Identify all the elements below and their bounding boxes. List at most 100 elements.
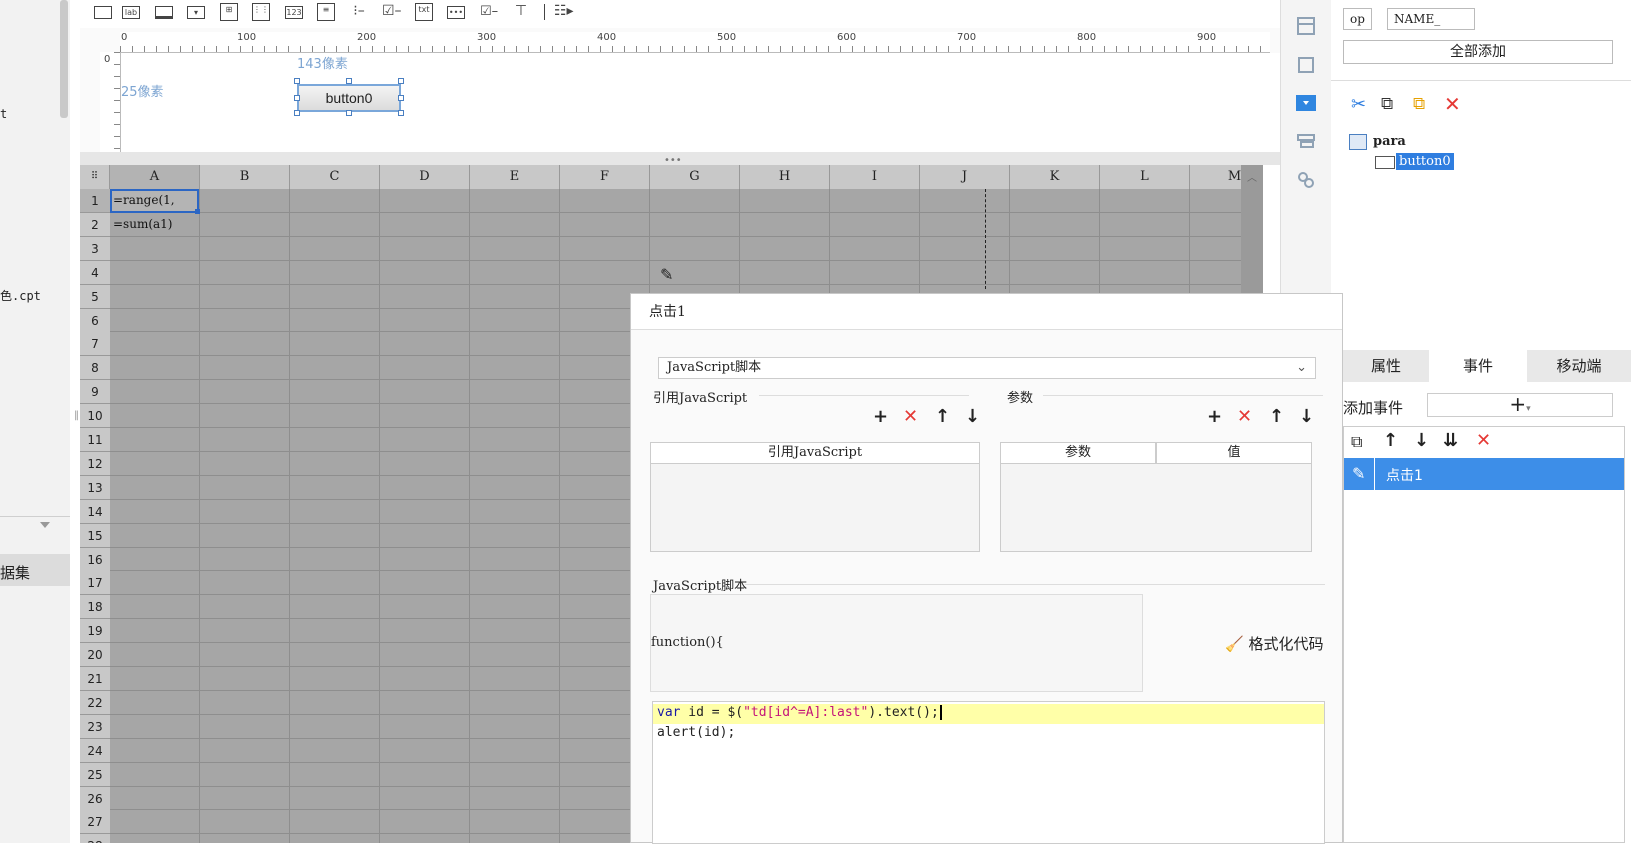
row-header[interactable]: 5: [80, 284, 110, 309]
number-widget-icon[interactable]: 123: [285, 6, 303, 19]
column-header[interactable]: C: [290, 165, 380, 189]
row-header[interactable]: 4: [80, 260, 110, 285]
resize-handle[interactable]: [398, 78, 404, 84]
parameter-canvas[interactable]: 143像素 25像素: [121, 53, 1280, 152]
copy-event-icon[interactable]: ⧉: [1351, 432, 1362, 452]
move-down-icon[interactable]: ↓: [965, 406, 980, 427]
select-all-corner[interactable]: ⠿: [80, 165, 110, 189]
column-header[interactable]: K: [1010, 165, 1100, 189]
move-down-icon[interactable]: ↓: [1414, 430, 1429, 451]
row-header[interactable]: 2: [80, 212, 110, 237]
row-header[interactable]: 9: [80, 380, 110, 405]
tab-properties[interactable]: 属性: [1343, 350, 1429, 382]
button0-widget[interactable]: button0: [297, 84, 401, 112]
delete-icon[interactable]: ✕: [903, 406, 918, 427]
text-widget-icon[interactable]: txt: [415, 3, 433, 21]
row-header[interactable]: 27: [80, 810, 110, 835]
move-bottom-icon[interactable]: ⇊: [1443, 430, 1458, 451]
move-up-icon[interactable]: ↑: [1269, 406, 1284, 427]
row-header[interactable]: 6: [80, 308, 110, 333]
format-code-button[interactable]: 🧹 格式化代码: [1225, 633, 1323, 654]
column-header[interactable]: I: [830, 165, 920, 189]
textbox-widget-icon[interactable]: [94, 6, 112, 19]
column-header[interactable]: L: [1100, 165, 1190, 189]
row-header[interactable]: 17: [80, 571, 110, 596]
column-header[interactable]: J: [920, 165, 1010, 189]
fill-handle[interactable]: [195, 209, 200, 214]
params-table[interactable]: [1000, 464, 1312, 552]
row-header[interactable]: 26: [80, 786, 110, 811]
column-header[interactable]: F: [560, 165, 650, 189]
column-header[interactable]: H: [740, 165, 830, 189]
delete-event-icon[interactable]: ✕: [1476, 430, 1491, 451]
add-all-button[interactable]: 全部添加: [1343, 40, 1613, 64]
textarea-widget-icon[interactable]: ≡: [317, 3, 335, 21]
collapse-arrow-icon[interactable]: [40, 522, 50, 528]
move-up-icon[interactable]: ↑: [1383, 430, 1398, 451]
script-editor[interactable]: var id = $("td[id^=A]:last").text(); ale…: [652, 701, 1325, 844]
tree-node-para[interactable]: para: [1373, 134, 1406, 149]
move-up-icon[interactable]: ↑: [935, 406, 950, 427]
row-header[interactable]: 16: [80, 547, 110, 572]
combobox-widget-icon[interactable]: ▾: [187, 6, 205, 19]
tab-events[interactable]: 事件: [1429, 350, 1527, 382]
row-header[interactable]: 19: [80, 619, 110, 644]
paste-icon[interactable]: ⧉: [1413, 94, 1425, 114]
delete-icon[interactable]: ✕: [1444, 92, 1461, 116]
op-button[interactable]: op: [1343, 8, 1372, 30]
checkbox-widget-icon[interactable]: ☑–: [480, 5, 498, 19]
row-header[interactable]: 15: [80, 523, 110, 548]
row-header[interactable]: 18: [80, 595, 110, 620]
row-header[interactable]: 21: [80, 667, 110, 691]
more-widgets-icon[interactable]: ☷▸: [554, 4, 574, 19]
cell-a1[interactable]: =range(1,: [113, 193, 175, 207]
row-header[interactable]: 8: [80, 356, 110, 381]
event-item-click1[interactable]: ✎ 点击1: [1344, 458, 1624, 490]
resize-handle[interactable]: [294, 110, 300, 116]
move-down-icon[interactable]: ↓: [1299, 406, 1314, 427]
cut-icon[interactable]: ✂: [1351, 94, 1366, 115]
resize-handle[interactable]: [346, 78, 352, 84]
tab-mobile[interactable]: 移动端: [1527, 350, 1631, 382]
tree-node-button0[interactable]: button0: [1396, 153, 1454, 170]
column-header[interactable]: E: [470, 165, 560, 189]
cell-a2[interactable]: =sum(a1): [113, 217, 172, 231]
row-header[interactable]: 13: [80, 475, 110, 500]
row-header[interactable]: 14: [80, 499, 110, 524]
password-widget-icon[interactable]: •••: [447, 6, 465, 19]
resize-handle[interactable]: [398, 95, 404, 101]
splitter-grip-icon[interactable]: ‖: [74, 410, 79, 421]
row-header[interactable]: 7: [80, 332, 110, 357]
file-fragment[interactable]: t: [0, 107, 7, 121]
radio-group-icon[interactable]: ⁝–: [350, 4, 368, 19]
column-header[interactable]: A: [110, 165, 200, 189]
row-header[interactable]: 1: [80, 189, 110, 213]
column-header[interactable]: D: [380, 165, 470, 189]
widget-settings-icon[interactable]: [1296, 93, 1316, 113]
button-widget-icon[interactable]: [155, 6, 173, 19]
left-panel-scrollbar[interactable]: [60, 0, 68, 118]
row-header[interactable]: 24: [80, 738, 110, 763]
checkbox-group-icon[interactable]: ☑–: [382, 4, 402, 19]
add-icon[interactable]: +: [873, 406, 888, 427]
cell-attributes-icon[interactable]: [1296, 16, 1316, 36]
column-header[interactable]: G: [650, 165, 740, 189]
tree-widget-icon[interactable]: ⊤: [512, 4, 530, 19]
delete-icon[interactable]: ✕: [1237, 406, 1252, 427]
row-header[interactable]: 3: [80, 236, 110, 261]
ref-js-table[interactable]: [650, 464, 980, 552]
scroll-up-icon[interactable]: ︿: [1247, 169, 1257, 184]
row-header[interactable]: 22: [80, 690, 110, 715]
panel-splitter[interactable]: •••: [80, 152, 1280, 166]
row-header[interactable]: 28: [80, 834, 110, 843]
row-header[interactable]: 12: [80, 451, 110, 476]
copy-icon[interactable]: ⧉: [1381, 94, 1393, 114]
resize-handle[interactable]: [398, 110, 404, 116]
calendar-widget-icon[interactable]: ⋮⋮: [252, 3, 270, 21]
add-icon[interactable]: +: [1207, 406, 1222, 427]
add-event-dropdown[interactable]: +▾: [1427, 393, 1613, 417]
column-header[interactable]: B: [200, 165, 290, 189]
event-type-select[interactable]: JavaScript脚本 ⌄: [658, 357, 1316, 379]
row-header[interactable]: 11: [80, 428, 110, 452]
label-widget-icon[interactable]: lab: [122, 6, 140, 19]
